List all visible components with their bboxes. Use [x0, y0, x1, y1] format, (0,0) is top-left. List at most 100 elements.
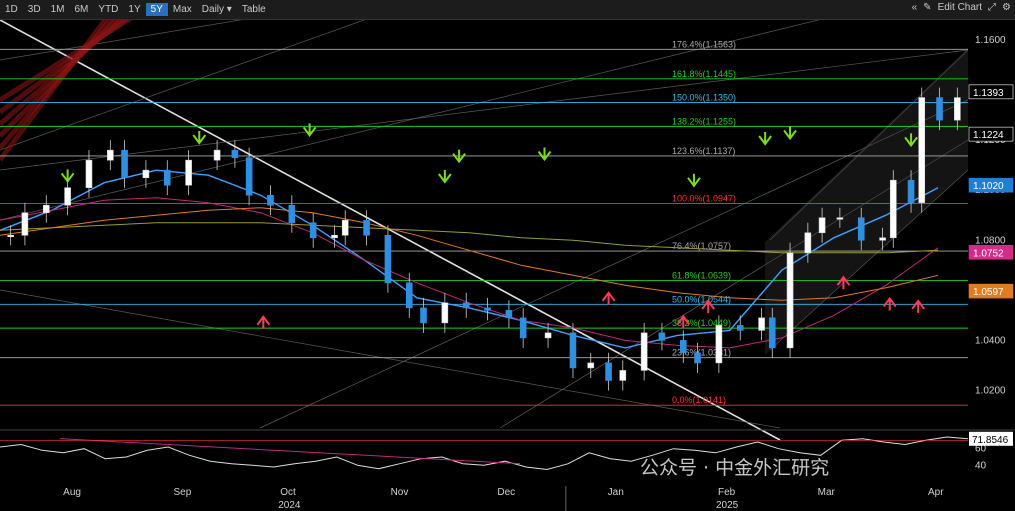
x-year-label: 2025 [716, 500, 739, 511]
price-tag-label: 1.1393 [973, 88, 1004, 99]
candle-body [185, 159, 192, 186]
trend-line [0, 49, 969, 171]
candle-body [484, 307, 491, 311]
y-tick-label: 1.1600 [975, 35, 1006, 46]
fib-label: 150.0%(1.1350) [672, 93, 736, 103]
candle-body [836, 217, 844, 220]
range-6m-button[interactable]: 6M [70, 3, 94, 16]
candle-body [768, 317, 776, 349]
candle-body [245, 157, 253, 196]
frequency-label: Daily [201, 4, 225, 15]
x-year-label: 2024 [278, 500, 301, 511]
collapse-icon[interactable]: « [912, 2, 918, 13]
candle-body [918, 97, 926, 204]
fib-label: 100.0%(1.0947) [672, 193, 736, 203]
trend-line [0, 289, 781, 429]
candle-body [85, 159, 93, 189]
candle-body [954, 97, 961, 121]
x-tick-label: Dec [497, 487, 515, 498]
range-5y-button[interactable]: 5Y [145, 3, 168, 16]
fib-label: 61.8%(1.0639) [672, 271, 731, 281]
red-band [0, 20, 130, 115]
y-tick-label: 1.0800 [975, 235, 1006, 246]
down-arrow-icon [302, 123, 317, 137]
fib-label: 50.0%(1.0544) [672, 294, 731, 304]
rsi-tag-label: 71.8546 [972, 435, 1009, 446]
settings-icon[interactable]: ⚙ [1002, 2, 1011, 13]
x-tick-label: Aug [63, 487, 81, 498]
candle-body [936, 97, 943, 121]
candle-body [142, 169, 150, 178]
range-1m-button[interactable]: 1M [46, 3, 70, 16]
candle-body [462, 302, 470, 309]
x-tick-label: Jan [608, 487, 624, 498]
trend-line [0, 20, 820, 221]
y-tick-label: 1.0200 [975, 385, 1006, 396]
candle-body [679, 340, 687, 354]
candle-body [715, 325, 723, 364]
candle-body [441, 302, 449, 324]
candle-body [505, 310, 513, 319]
up-arrow-icon [601, 291, 616, 305]
candle-body [786, 252, 794, 349]
candle-body [405, 282, 413, 309]
candle-body [163, 169, 171, 186]
candle-body [619, 370, 627, 381]
watermark-text: 公众号 · 中金外汇研究 [640, 457, 829, 479]
table-button[interactable]: Table [237, 3, 271, 16]
red-band [0, 20, 120, 138]
candle-body [121, 149, 128, 178]
up-arrow-icon [882, 296, 897, 311]
candle-body [64, 187, 71, 206]
y-tick-label: 1.0400 [975, 335, 1006, 346]
price-tag-label: 1.0597 [973, 287, 1004, 298]
candle-body [879, 237, 886, 241]
trend-line [0, 20, 243, 61]
range-3d-button[interactable]: 3D [23, 3, 46, 16]
expand-icon[interactable]: ⤢ [988, 2, 996, 13]
candle-body [658, 332, 666, 341]
y-axis-bg [968, 20, 1015, 430]
candle-body [519, 317, 527, 339]
trend-line [0, 20, 366, 151]
fib-label: 161.8%(1.1445) [672, 69, 736, 79]
rsi-tick-label: 40 [975, 460, 987, 471]
fib-label: 176.4%(1.1563) [672, 39, 736, 49]
candle-body [818, 217, 826, 234]
candle-body [42, 204, 50, 214]
range-ytd-button[interactable]: YTD [93, 3, 123, 16]
candle-body [857, 217, 865, 241]
range-1d-button[interactable]: 1D [0, 3, 23, 16]
range-max-button[interactable]: Max [168, 3, 197, 16]
candle-body [889, 179, 897, 239]
candle-body [341, 219, 349, 236]
candle-body [544, 332, 552, 339]
candle-body [694, 352, 701, 364]
candle-body [107, 149, 114, 161]
fib-label: 0.0%(1.0141) [672, 395, 726, 405]
channel-shade [765, 48, 968, 355]
down-arrow-icon [758, 132, 772, 146]
red-band [0, 20, 125, 126]
up-arrow-icon [911, 299, 925, 313]
candle-body [569, 332, 577, 369]
frequency-dropdown[interactable]: Daily ▾ [197, 3, 237, 16]
chart-toolbar: 1D 3D 1M 6M YTD 1Y 5Y Max Daily ▾ Table … [0, 0, 1015, 20]
edit-chart-button[interactable]: Edit Chart [938, 2, 982, 13]
down-arrow-icon [438, 169, 452, 184]
fib-label: 138.2%(1.1255) [672, 116, 736, 126]
candle-body [640, 332, 648, 371]
candle-body [736, 325, 744, 331]
x-tick-label: Sep [174, 487, 192, 498]
rsi-trend-line [59, 438, 521, 465]
down-arrow-icon [537, 147, 552, 162]
trend-line [0, 20, 781, 441]
candle-body [758, 317, 765, 331]
range-1y-button[interactable]: 1Y [123, 3, 145, 16]
x-axis: Aug Sep Oct Nov Dec Jan Feb Mar Apr 2024 2025 [63, 486, 944, 511]
down-arrow-icon [192, 131, 207, 145]
pencil-icon[interactable]: ✎ [923, 2, 931, 13]
x-tick-label: Mar [818, 487, 836, 498]
down-arrow-icon [452, 149, 466, 164]
price-tag-label: 1.1020 [973, 181, 1004, 192]
